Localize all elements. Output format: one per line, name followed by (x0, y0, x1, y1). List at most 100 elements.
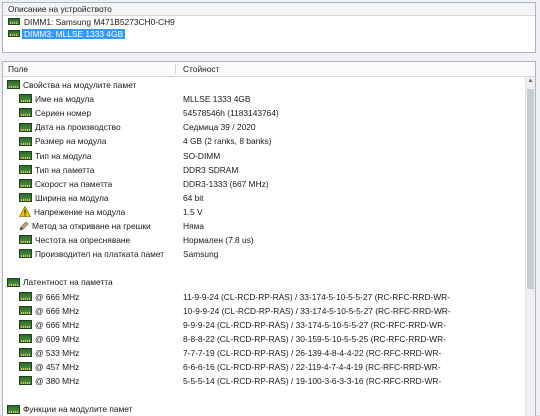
device-panel-title: Описание на устройството (3, 3, 535, 16)
property-row[interactable]: @ 666 MHz 9-9-9-24 (CL-RCD-RP-RAS) / 33-1… (3, 318, 535, 332)
column-divider[interactable] (175, 64, 176, 74)
property-field: Тип на паметта (19, 163, 94, 177)
property-field: @ 380 MHz (19, 374, 79, 388)
memory-chip-icon (19, 164, 32, 174)
property-field-label: Метод за откриване на грешки (32, 221, 151, 231)
memory-chip-icon (19, 193, 32, 203)
property-row[interactable]: Напрежение на модула 1.5 V (3, 205, 535, 219)
column-header-value[interactable]: Стойност (183, 62, 219, 76)
property-row[interactable]: Тип на паметта DDR3 SDRAM (3, 163, 535, 177)
memory-chip-icon (19, 334, 32, 344)
property-field-label: @ 666 MHz (35, 305, 80, 316)
property-row[interactable]: Метод за откриване на грешки Няма (3, 219, 535, 233)
device-item-dimm1[interactable]: DIMM1: Samsung M471B5273CH0-CH9 (8, 16, 535, 28)
property-field-label: Сериен номер (35, 108, 92, 119)
device-description-panel: Описание на устройството DIMM1: Samsung … (2, 2, 536, 53)
property-field-label: Честота на опресняване (35, 235, 131, 246)
memory-chip-icon (19, 291, 32, 301)
memory-chip-icon (19, 150, 32, 160)
section-title-text: Свойства на модулите памет (23, 80, 137, 90)
property-field: Сериен номер (19, 106, 91, 120)
property-row[interactable]: Размер на модула 4 GB (2 ranks, 8 banks) (3, 134, 535, 148)
column-header-field[interactable]: Поле (8, 62, 28, 76)
memory-chip-icon (7, 404, 20, 414)
property-field-label: Ширина на модула (35, 192, 109, 203)
property-row[interactable]: @ 666 MHz 10-9-9-24 (CL-RCD-RP-RAS) / 33-… (3, 304, 535, 318)
property-field-label: @ 666 MHz (35, 291, 80, 302)
property-row[interactable]: Ширина на модула 64 bit (3, 191, 535, 205)
property-row[interactable]: @ 380 MHz 5-5-5-14 (CL-RCD-RP-RAS) / 19-1… (3, 374, 535, 388)
section-title-text: Функции на модулите памет (23, 404, 133, 415)
property-row[interactable]: @ 533 MHz 7-7-7-19 (CL-RCD-RP-RAS) / 26-1… (3, 346, 535, 360)
property-row[interactable]: Производител на платката памет Samsung (3, 247, 535, 261)
memory-chip-icon (19, 305, 32, 315)
property-row[interactable]: @ 609 MHz 8-8-8-22 (CL-RCD-RP-RAS) / 30-1… (3, 332, 535, 346)
property-field-label: @ 533 MHz (35, 347, 80, 358)
vertical-scrollbar[interactable]: ▲ (525, 77, 535, 416)
device-item-label: DIMM1: Samsung M471B5273CH0-CH9 (24, 17, 175, 27)
property-value: Нормален (7.8 us) (183, 235, 254, 246)
memory-chip-icon (19, 348, 32, 358)
property-field-label: Производител на платката памет (35, 249, 165, 260)
property-value: 8-8-8-22 (CL-RCD-RP-RAS) / 30-159-5-10-5… (183, 333, 446, 344)
property-value: 7-7-7-19 (CL-RCD-RP-RAS) / 26-139-4-8-4-… (183, 347, 442, 358)
property-value: Няма (183, 221, 204, 231)
property-field-label: Име на модула (35, 94, 95, 105)
scroll-up-icon[interactable]: ▲ (527, 78, 534, 85)
property-field-label: @ 666 MHz (35, 319, 80, 330)
property-value: 6-6-6-16 (CL-RCD-RP-RAS) / 22-119-4-7-4-… (183, 362, 441, 372)
property-value: 64 bit (183, 192, 204, 203)
property-value: SO-DIMM (183, 150, 221, 161)
section-title: Латентност на паметта (7, 275, 113, 289)
property-value: DDR3-1333 (667 MHz) (183, 178, 269, 189)
property-row[interactable]: Дата на производство Седмица 39 / 2020 (3, 120, 535, 134)
properties-panel: Поле Стойност Свойства на модулите памет… (2, 61, 536, 416)
property-field: Метод за откриване на грешки (19, 219, 151, 233)
property-field: Скорост на паметта (19, 177, 112, 191)
memory-chip-icon (19, 108, 32, 118)
memory-chip-icon (19, 136, 32, 146)
memory-chip-icon (8, 30, 20, 38)
property-field-label: @ 609 MHz (35, 333, 80, 344)
property-field: Тип на модула (19, 149, 92, 163)
property-field-label: @ 457 MHz (35, 362, 80, 372)
property-row[interactable]: Тип на модула SO-DIMM (3, 149, 535, 163)
property-value: Samsung (183, 249, 219, 260)
property-field-label: Напрежение на модула (34, 206, 126, 217)
memory-chip-icon (8, 18, 20, 26)
device-item-label: DIMM3: MLLSE 1333 4GB (22, 29, 126, 39)
section-header[interactable]: Свойства на модулите памет (3, 78, 535, 92)
property-field: Ширина на модула (19, 191, 109, 205)
property-value: DDR3 SDRAM (183, 164, 239, 175)
property-field: Дата на производство (19, 120, 121, 134)
property-value: 4 GB (2 ranks, 8 banks) (183, 136, 272, 147)
scrollbar-thumb[interactable] (527, 89, 534, 289)
property-field: @ 666 MHz (19, 290, 79, 304)
pencil-icon (19, 221, 29, 231)
property-row[interactable]: Честота на опресняване Нормален (7.8 us) (3, 233, 535, 247)
property-row[interactable]: @ 666 MHz 11-9-9-24 (CL-RCD-RP-RAS) / 33-… (3, 290, 535, 304)
memory-chip-icon (7, 277, 20, 287)
section-header[interactable]: Функции на модулите памет (3, 402, 535, 416)
section-header[interactable]: Латентност на паметта (3, 275, 535, 289)
device-item-dimm3[interactable]: DIMM3: MLLSE 1333 4GB (8, 28, 535, 40)
property-field-label: @ 380 MHz (35, 376, 80, 387)
property-field: Име на модула (19, 92, 94, 106)
property-field-label: Размер на модула (35, 136, 107, 147)
memory-chip-icon (19, 94, 32, 104)
property-field-label: Тип на модула (35, 150, 92, 161)
section-title: Свойства на модулите памет (7, 78, 136, 92)
property-row[interactable]: @ 457 MHz 6-6-6-16 (CL-RCD-RP-RAS) / 22-1… (3, 360, 535, 374)
memory-chip-icon (7, 80, 20, 90)
property-row[interactable]: Име на модула MLLSE 1333 4GB (3, 92, 535, 106)
property-value: 10-9-9-24 (CL-RCD-RP-RAS) / 33-174-5-10-… (183, 305, 451, 316)
property-field: @ 609 MHz (19, 332, 79, 346)
section-title: Функции на модулите памет (7, 402, 133, 416)
property-field: @ 457 MHz (19, 360, 79, 374)
property-field: @ 533 MHz (19, 346, 79, 360)
memory-chip-icon (19, 249, 32, 259)
memory-chip-icon (19, 178, 32, 188)
memory-chip-icon (19, 235, 32, 245)
property-row[interactable]: Скорост на паметта DDR3-1333 (667 MHz) (3, 177, 535, 191)
property-row[interactable]: Сериен номер 54578546h (1183143764) (3, 106, 535, 120)
